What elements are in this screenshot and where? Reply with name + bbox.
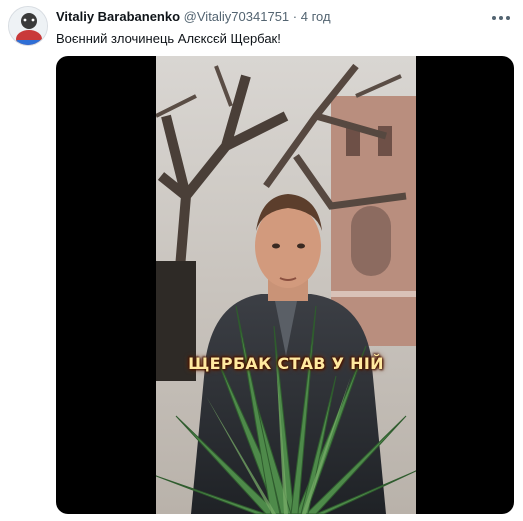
tweet-header: Vitaliy Barabanenko @Vitaliy70341751 · 4… bbox=[56, 9, 331, 24]
tweet-card[interactable]: Vitaliy Barabanenko @Vitaliy70341751 · 4… bbox=[0, 0, 523, 521]
avatar-image bbox=[9, 7, 47, 45]
timestamp[interactable]: 4 год bbox=[301, 9, 331, 24]
video-caption: ЩЕРБАК СТАВ У НІЙ bbox=[188, 354, 384, 373]
video-frame: ЩЕРБАК СТАВ У НІЙ bbox=[156, 56, 416, 514]
more-options-icon[interactable] bbox=[488, 10, 514, 26]
tweet-text: Воєнний злочинець Алєксєй Щербак! bbox=[56, 31, 281, 46]
video-thumbnail bbox=[156, 56, 416, 514]
separator-dot: · bbox=[292, 9, 298, 24]
author-handle[interactable]: @Vitaliy70341751 bbox=[184, 9, 289, 24]
avatar[interactable] bbox=[8, 6, 48, 46]
author-name[interactable]: Vitaliy Barabanenko bbox=[56, 9, 180, 24]
video-player[interactable]: ЩЕРБАК СТАВ У НІЙ bbox=[56, 56, 514, 514]
